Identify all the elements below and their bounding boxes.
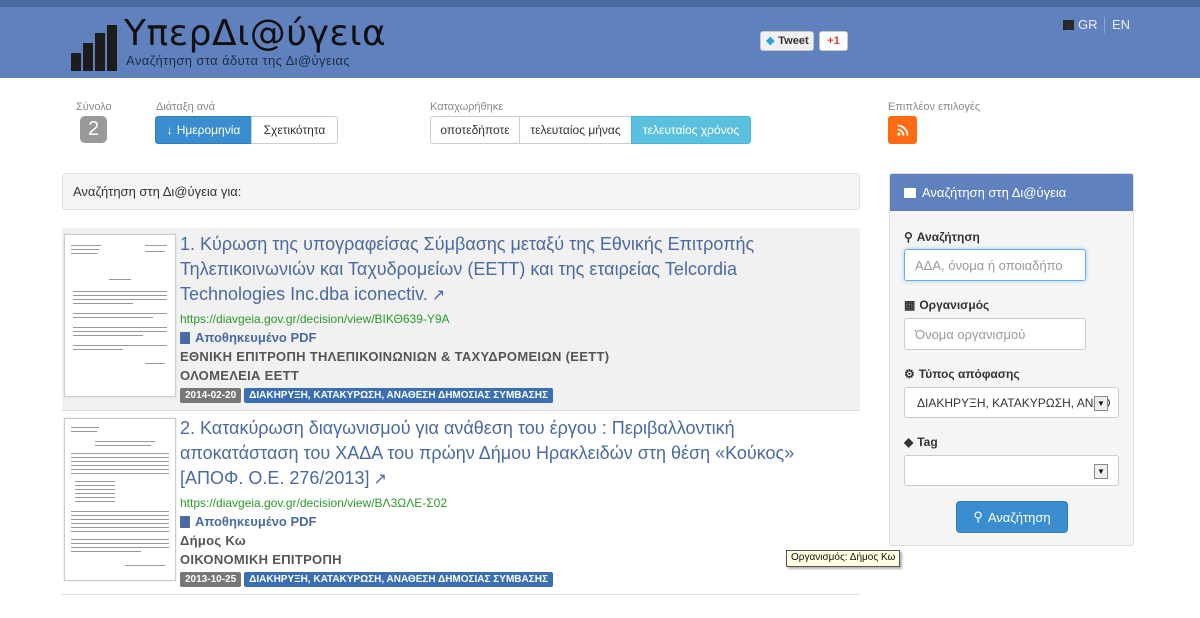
archive-icon (904, 187, 916, 198)
filter-anytime-button[interactable]: οποτεδήποτε (430, 116, 520, 144)
decision-type-label-text: Τύπος απόφασης (918, 367, 1020, 381)
result-tags: 2013-10-25 ΔΙΑΚΗΡΥΞΗ, ΚΑΤΑΚΥΡΩΣΗ, ΑΝΑΘΕΣ… (180, 572, 553, 587)
result-url[interactable]: https://diavgeia.gov.gr/decision/view/ΒΛ… (180, 496, 447, 510)
decision-type-label[interactable]: ΔΙΑΚΗΡΥΞΗ, ΚΑΤΑΚΥΡΩΣΗ, ΑΝΑΘΕΣΗ ΔΗΜΟΣΙΑΣ … (244, 388, 553, 403)
external-link-icon: ↗ (373, 471, 387, 488)
result-title-link[interactable]: 2. Κατακύρωση διαγωνισμού για ανάθεση το… (180, 416, 810, 492)
chevron-down-icon: ▼ (1094, 464, 1108, 479)
decision-type-label-heading: ⚙ Τύπος απόφασης (904, 367, 1020, 381)
document-thumbnail[interactable] (64, 234, 176, 397)
logo-bars-icon[interactable] (71, 25, 117, 71)
tweet-label: Tweet (778, 35, 809, 47)
gplus-label: +1 (827, 35, 840, 47)
file-icon (180, 331, 190, 344)
result-title-link[interactable]: 1. Κύρωση της υπογραφείσας Σύμβασης μετα… (180, 232, 810, 308)
lang-gr-label: GR (1078, 17, 1098, 32)
result-title-text: 2. Κατακύρωση διαγωνισμού για ανάθεση το… (180, 418, 795, 488)
sort-relevance-button[interactable]: Σχετικότητα (251, 116, 338, 144)
search-icon: ⚲ (973, 509, 983, 524)
date-label: 2013-10-25 (180, 572, 242, 587)
lang-gr-link[interactable]: GR (1063, 17, 1098, 32)
gplus-button[interactable]: +1 (819, 31, 848, 51)
search-for-bar: Αναζήτηση στη Δι@ύγεια για: (62, 173, 860, 210)
search-submit-button[interactable]: ⚲ Αναζήτηση (956, 501, 1068, 533)
tag-label-text: Tag (917, 435, 938, 449)
result-unit: ΟΙΚΟΝΟΜΙΚΗ ΕΠΙΤΡΟΠΗ (180, 552, 342, 567)
result-tags: 2014-02-20 ΔΙΑΚΗΡΥΞΗ, ΚΑΤΑΚΥΡΩΣΗ, ΑΝΑΘΕΣ… (180, 388, 553, 403)
search-label: ⚲ Αναζήτηση (904, 230, 980, 244)
sort-label: Διάταξη ανά (156, 101, 216, 113)
decision-type-select[interactable]: ΔΙΑΚΗΡΥΞΗ, ΚΑΤΑΚΥΡΩΣΗ, ΑΝΑΘ ▼ (904, 387, 1119, 418)
total-count-badge: 2 (80, 116, 107, 143)
organization-input[interactable]: Όνομα οργανισμού (904, 318, 1086, 350)
tag-label: ◆ Tag (904, 435, 938, 449)
top-header: ΥπερΔι@ύγεια Αναζήτηση στα άδυτα της Δι@… (0, 0, 1200, 78)
result-url[interactable]: https://diavgeia.gov.gr/decision/view/ΒΙ… (180, 312, 450, 326)
sort-date-button[interactable]: ↓ Ημερομηνία (155, 116, 252, 144)
saved-pdf-label: Αποθηκευμένο PDF (195, 330, 317, 345)
lang-divider (1104, 17, 1105, 33)
search-label-text: Αναζήτηση (916, 230, 980, 244)
total-label: Σύνολο (76, 101, 112, 113)
tag-select[interactable]: ▼ (904, 455, 1119, 486)
arrow-down-icon: ↓ (166, 123, 173, 137)
date-label: 2014-02-20 (180, 388, 242, 403)
flag-icon (1063, 19, 1074, 30)
organization-tooltip: Οργανισμός: Δήμος Κω (786, 550, 901, 567)
decision-type-value: ΔΙΑΚΗΡΥΞΗ, ΚΑΤΑΚΥΡΩΣΗ, ΑΝΑΘ (917, 395, 1111, 410)
search-panel-title: Αναζήτηση στη Δι@ύγεια (922, 185, 1067, 200)
search-icon: ⚲ (904, 230, 913, 244)
site-title[interactable]: ΥπερΔι@ύγεια (124, 13, 386, 54)
result-item: 1. Κύρωση της υπογραφείσας Σύμβασης μετα… (62, 228, 860, 411)
rss-button[interactable] (888, 116, 917, 144)
site-subtitle: Αναζήτηση στα άδυτα της Δι@ύγειας (126, 53, 351, 68)
tweet-button[interactable]: ❖ Tweet (760, 31, 814, 51)
chevron-down-icon: ▼ (1094, 396, 1108, 411)
building-icon: ▦ (904, 298, 916, 312)
external-link-icon: ↗ (431, 287, 446, 304)
search-panel-heading: Αναζήτηση στη Δι@ύγεια (890, 174, 1133, 211)
search-submit-label: Αναζήτηση (987, 509, 1051, 525)
sort-date-label: Ημερομηνία (176, 123, 241, 137)
lang-en-link[interactable]: EN (1112, 17, 1130, 32)
document-thumbnail[interactable] (64, 418, 176, 581)
filter-last-month-button[interactable]: τελευταίος μήνας (519, 116, 632, 144)
organization-label: ▦ Οργανισμός (904, 298, 989, 312)
cogs-icon: ⚙ (904, 367, 915, 381)
file-icon (180, 515, 190, 528)
saved-pdf-link[interactable]: Αποθηκευμένο PDF (180, 330, 316, 345)
search-input[interactable]: ΑΔΑ, όνομα ή οποιαδήπο (904, 249, 1086, 281)
saved-pdf-link[interactable]: Αποθηκευμένο PDF (180, 514, 316, 529)
twitter-icon: ❖ (765, 35, 776, 48)
search-panel: Αναζήτηση στη Δι@ύγεια ⚲ Αναζήτηση ΑΔΑ, … (889, 173, 1134, 546)
rss-icon (896, 124, 908, 136)
organization-label-text: Οργανισμός (919, 298, 990, 312)
result-organization[interactable]: Δήμος Κω (180, 533, 246, 548)
result-item: 2. Κατακύρωση διαγωνισμού για ανάθεση το… (62, 412, 860, 595)
filter-last-year-button[interactable]: τελευταίος χρόνος (631, 116, 751, 144)
saved-pdf-label: Αποθηκευμένο PDF (195, 514, 317, 529)
decision-type-label[interactable]: ΔΙΑΚΗΡΥΞΗ, ΚΑΤΑΚΥΡΩΣΗ, ΑΝΑΘΕΣΗ ΔΗΜΟΣΙΑΣ … (244, 572, 553, 587)
result-title-text: 1. Κύρωση της υπογραφείσας Σύμβασης μετα… (180, 234, 755, 304)
registered-label: Καταχωρήθηκε (430, 101, 504, 113)
more-options-label: Επιπλέον επιλογές (888, 101, 981, 113)
tag-icon: ◆ (904, 435, 914, 449)
result-unit: ΟΛΟΜΕΛΕΙΑ ΕΕΤΤ (180, 368, 300, 383)
result-organization: ΕΘΝΙΚΗ ΕΠΙΤΡΟΠΗ ΤΗΛΕΠΙΚΟΙΝΩΝΙΩΝ & ΤΑΧΥΔΡ… (180, 349, 610, 364)
